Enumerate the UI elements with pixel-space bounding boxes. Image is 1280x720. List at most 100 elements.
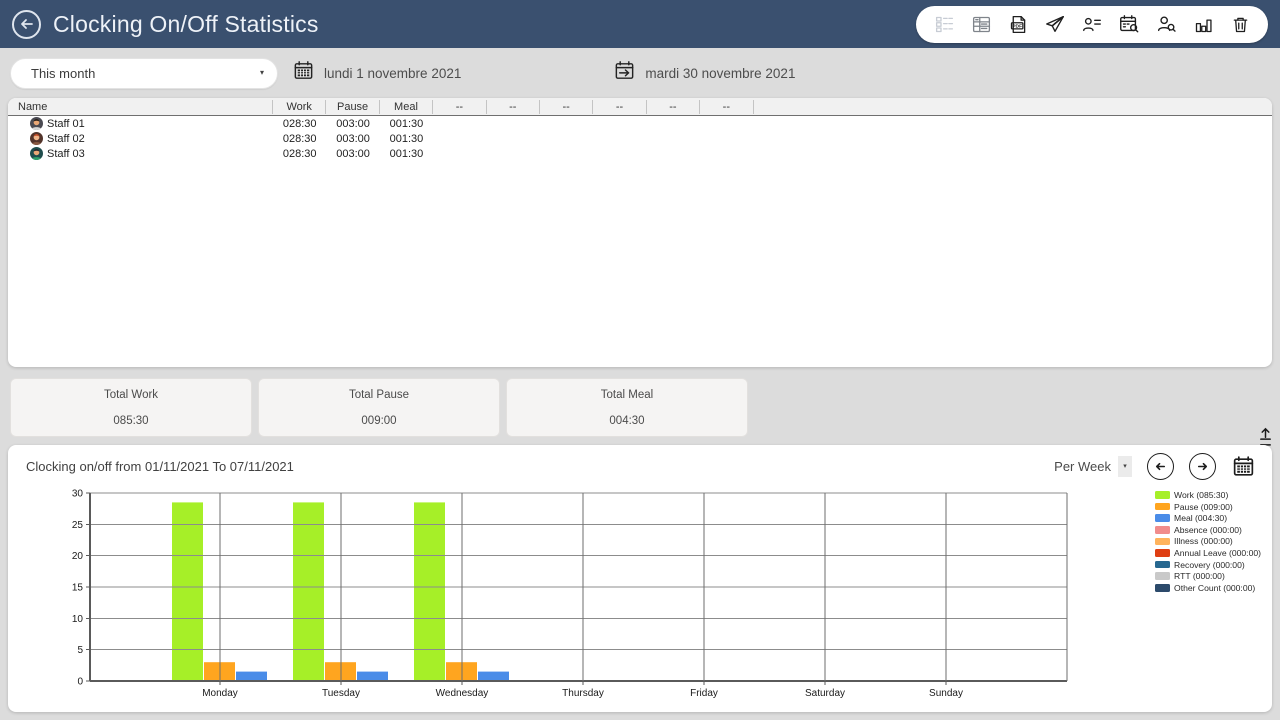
legend-item-other-count: Other Count (000:00) bbox=[1155, 583, 1261, 593]
total-work-value: 085:30 bbox=[11, 415, 251, 427]
chart-bar bbox=[414, 502, 445, 681]
previous-period-button[interactable] bbox=[1147, 453, 1174, 480]
table-body: Staff 01028:30003:00001:30Staff 02028:30… bbox=[8, 116, 1272, 161]
column-header-extra-9[interactable]: -- bbox=[700, 100, 753, 114]
filter-bar: This month ▾ lundi 1 novembre 2021 mardi… bbox=[0, 48, 1280, 98]
end-date-label: mardi 30 novembre 2021 bbox=[645, 66, 795, 81]
legend-swatch bbox=[1155, 514, 1170, 522]
legend-label: Recovery (000:00) bbox=[1174, 560, 1245, 570]
legend-swatch bbox=[1155, 572, 1170, 580]
legend-label: Illness (000:00) bbox=[1174, 536, 1233, 546]
total-pause-card: Total Pause 009:00 bbox=[258, 378, 500, 437]
table-row[interactable]: Staff 02028:30003:00001:30 bbox=[8, 131, 1272, 146]
total-pause-label: Total Pause bbox=[259, 389, 499, 401]
end-date-picker[interactable]: mardi 30 novembre 2021 bbox=[613, 59, 795, 87]
column-header-extra-5[interactable]: -- bbox=[487, 100, 540, 114]
svg-text:PDF: PDF bbox=[1012, 23, 1022, 29]
svg-text:Wednesday: Wednesday bbox=[436, 688, 489, 699]
staff-table-panel: NameWorkPauseMeal------------ Staff 0102… bbox=[8, 98, 1272, 367]
legend-swatch bbox=[1155, 561, 1170, 569]
calendar-icon bbox=[292, 59, 315, 87]
staff-avatar bbox=[30, 147, 43, 160]
legend-label: Other Count (000:00) bbox=[1174, 583, 1255, 593]
svg-text:30: 30 bbox=[72, 489, 84, 500]
pause-value: 003:00 bbox=[326, 118, 379, 130]
totals-row: Total Work 085:30 Total Pause 009:00 Tot… bbox=[10, 378, 1280, 437]
chart-calendar-icon[interactable] bbox=[1231, 454, 1256, 479]
view-select[interactable]: Per Week ▾ bbox=[1054, 456, 1132, 477]
period-select[interactable]: This month ▾ bbox=[10, 58, 278, 89]
legend-swatch bbox=[1155, 526, 1170, 534]
svg-text:5: 5 bbox=[77, 645, 83, 656]
total-meal-label: Total Meal bbox=[507, 389, 747, 401]
calendar-search-icon[interactable] bbox=[1118, 13, 1140, 35]
legend-item-absence: Absence (000:00) bbox=[1155, 525, 1261, 535]
back-arrow-icon bbox=[19, 16, 35, 32]
legend-item-meal: Meal (004:30) bbox=[1155, 513, 1261, 523]
next-period-button[interactable] bbox=[1189, 453, 1216, 480]
svg-text:0: 0 bbox=[77, 677, 83, 688]
page-title: Clocking On/Off Statistics bbox=[53, 11, 319, 38]
legend-label: RTT (000:00) bbox=[1174, 571, 1225, 581]
legend-item-recovery: Recovery (000:00) bbox=[1155, 560, 1261, 570]
table-row[interactable]: Staff 03028:30003:00001:30 bbox=[8, 146, 1272, 161]
meal-value: 001:30 bbox=[380, 118, 433, 130]
legend-item-work: Work (085:30) bbox=[1155, 490, 1261, 500]
column-header-extra-7[interactable]: -- bbox=[593, 100, 646, 114]
start-date-picker[interactable]: lundi 1 novembre 2021 bbox=[292, 59, 461, 87]
chart-title: Clocking on/off from 01/11/2021 To 07/11… bbox=[26, 459, 294, 474]
view-select-value: Per Week bbox=[1054, 459, 1111, 474]
pdf-export-icon[interactable]: PDF bbox=[1007, 13, 1029, 35]
chevron-down-icon: ▾ bbox=[260, 69, 264, 77]
meal-value: 001:30 bbox=[380, 148, 433, 160]
column-header-work[interactable]: Work bbox=[273, 100, 326, 114]
column-header-pause[interactable]: Pause bbox=[326, 100, 379, 114]
table-row[interactable]: Staff 01028:30003:00001:30 bbox=[8, 116, 1272, 131]
chart-bar bbox=[172, 502, 203, 681]
svg-text:Thursday: Thursday bbox=[562, 688, 604, 699]
staff-avatar bbox=[30, 117, 43, 130]
legend-label: Meal (004:30) bbox=[1174, 513, 1227, 523]
legend-item-annual-leave: Annual Leave (000:00) bbox=[1155, 548, 1261, 558]
report-list-icon[interactable] bbox=[933, 13, 955, 35]
chart-legend: Work (085:30)Pause (009:00)Meal (004:30)… bbox=[1155, 490, 1261, 593]
work-value: 028:30 bbox=[273, 118, 326, 130]
svg-text:15: 15 bbox=[72, 583, 84, 594]
svg-text:Saturday: Saturday bbox=[805, 688, 845, 699]
back-button[interactable] bbox=[12, 10, 41, 39]
total-pause-value: 009:00 bbox=[259, 415, 499, 427]
svg-text:Tuesday: Tuesday bbox=[322, 688, 360, 699]
svg-text:25: 25 bbox=[72, 520, 84, 531]
column-header-extra-6[interactable]: -- bbox=[540, 100, 593, 114]
send-icon[interactable] bbox=[1044, 13, 1066, 35]
bar-chart-icon[interactable] bbox=[1192, 13, 1214, 35]
legend-swatch bbox=[1155, 584, 1170, 592]
column-header-name[interactable]: Name bbox=[8, 100, 273, 114]
calendar-goto-icon bbox=[613, 59, 636, 87]
chart-bar bbox=[357, 672, 388, 681]
toolbar: PDF bbox=[916, 6, 1268, 43]
chart-bar bbox=[293, 502, 324, 681]
total-work-card: Total Work 085:30 bbox=[10, 378, 252, 437]
delete-icon[interactable] bbox=[1229, 13, 1251, 35]
pause-value: 003:00 bbox=[326, 148, 379, 160]
splitter-up-button[interactable] bbox=[1255, 425, 1275, 442]
pause-value: 003:00 bbox=[326, 133, 379, 145]
meal-value: 001:30 bbox=[380, 133, 433, 145]
work-value: 028:30 bbox=[273, 148, 326, 160]
column-header-meal[interactable]: Meal bbox=[380, 100, 433, 114]
legend-swatch bbox=[1155, 549, 1170, 557]
svg-text:Monday: Monday bbox=[202, 688, 238, 699]
column-header-extra-8[interactable]: -- bbox=[647, 100, 700, 114]
column-header-filler bbox=[754, 100, 1272, 114]
staff-avatar bbox=[30, 132, 43, 145]
table-view-icon[interactable] bbox=[970, 13, 992, 35]
column-header-extra-4[interactable]: -- bbox=[433, 100, 486, 114]
work-value: 028:30 bbox=[273, 133, 326, 145]
svg-text:20: 20 bbox=[72, 551, 84, 562]
legend-label: Absence (000:00) bbox=[1174, 525, 1242, 535]
user-search-icon[interactable] bbox=[1155, 13, 1177, 35]
contact-list-icon[interactable] bbox=[1081, 13, 1103, 35]
chart-controls: Per Week ▾ bbox=[1054, 453, 1256, 480]
svg-text:Friday: Friday bbox=[690, 688, 718, 699]
